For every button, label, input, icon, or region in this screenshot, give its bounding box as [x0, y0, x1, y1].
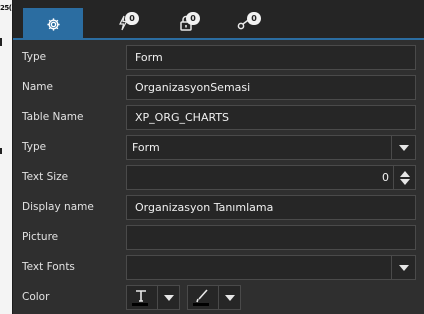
permissions-count-badge: 0 — [186, 12, 200, 25]
picture-label: Picture — [22, 231, 59, 243]
text-size-stepper[interactable]: 0 — [126, 165, 416, 190]
tab-keys[interactable]: 0 — [223, 6, 269, 40]
row-picture: Picture — [13, 222, 424, 252]
row-text-size: Text Size 0 — [13, 162, 424, 192]
picture-field[interactable] — [126, 225, 416, 250]
type-select-label: Type — [22, 141, 47, 153]
type-field[interactable]: Form — [126, 45, 416, 70]
text-fonts-label: Text Fonts — [22, 261, 75, 273]
display-name-field[interactable]: Organizasyon Tanımlama — [126, 195, 416, 220]
chevron-down-icon[interactable] — [391, 256, 415, 279]
tab-settings[interactable] — [23, 8, 83, 40]
row-color: Color — [13, 282, 424, 312]
left-edge-strip: 25( — [0, 0, 12, 314]
name-field[interactable]: OrganizasyonSemasi — [126, 75, 416, 100]
edge-marker — [0, 148, 2, 154]
row-table-name: Table Name XP_ORG_CHARTS — [13, 102, 424, 132]
properties-panel: 0 0 0 Type Form Name OrganizasyonSemasi … — [12, 0, 424, 314]
brush-icon[interactable] — [188, 286, 216, 309]
row-display-name: Display name Organizasyon Tanımlama — [13, 192, 424, 222]
name-label: Name — [22, 81, 53, 93]
caret-down-icon — [399, 178, 410, 185]
type-select[interactable]: Form — [126, 135, 416, 160]
stepper-buttons[interactable] — [393, 166, 415, 189]
type-select-value: Form — [132, 141, 160, 154]
color-label: Color — [22, 291, 50, 303]
text-color-picker[interactable] — [126, 285, 180, 310]
table-name-label: Table Name — [22, 111, 84, 123]
events-count-badge: 0 — [125, 12, 139, 25]
keys-count-badge: 0 — [247, 12, 261, 25]
chevron-down-icon[interactable] — [157, 286, 179, 309]
tab-events[interactable]: 0 — [103, 6, 143, 40]
tab-bar: 0 0 0 — [13, 0, 424, 40]
text-fonts-select[interactable] — [126, 255, 416, 280]
row-text-fonts: Text Fonts — [13, 252, 424, 282]
chevron-down-icon[interactable] — [391, 136, 415, 159]
display-name-label: Display name — [22, 201, 94, 213]
edge-marker — [0, 38, 2, 46]
row-type: Type Form — [13, 42, 424, 72]
type-label: Type — [22, 51, 47, 63]
text-size-label: Text Size — [22, 171, 69, 183]
chevron-down-icon[interactable] — [218, 286, 240, 309]
row-type-select: Type Form — [13, 132, 424, 162]
text-size-value: 0 — [382, 171, 389, 184]
text-color-icon[interactable] — [127, 286, 155, 309]
caret-up-icon — [399, 170, 410, 177]
edge-number: 25( — [0, 4, 12, 12]
tab-permissions[interactable]: 0 — [163, 6, 209, 40]
fill-color-picker[interactable] — [187, 285, 241, 310]
row-name: Name OrganizasyonSemasi — [13, 72, 424, 102]
table-name-field[interactable]: XP_ORG_CHARTS — [126, 105, 416, 130]
gear-icon — [46, 17, 61, 32]
